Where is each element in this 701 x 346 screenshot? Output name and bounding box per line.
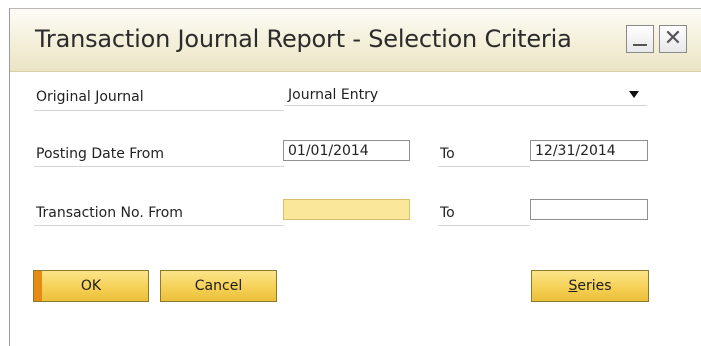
original-journal-label: Original Journal — [36, 89, 144, 105]
close-button[interactable]: ✕ — [659, 25, 687, 53]
ok-button-label: OK — [80, 278, 102, 294]
row-divider — [34, 225, 284, 226]
row-divider — [438, 225, 530, 226]
transaction-no-to-field[interactable] — [530, 199, 648, 220]
transaction-no-from-label: Transaction No. From — [36, 205, 183, 221]
posting-date-from-label: Posting Date From — [36, 146, 164, 162]
posting-date-to-field[interactable]: 12/31/2014 — [530, 140, 648, 161]
close-icon: ✕ — [663, 26, 683, 51]
original-journal-dropdown[interactable]: Journal Entry — [284, 85, 647, 106]
series-button-label: eries — [577, 278, 612, 294]
series-button[interactable]: Series — [531, 270, 649, 302]
posting-date-from-field[interactable]: 01/01/2014 — [283, 140, 410, 161]
cancel-button-label: Cancel — [194, 278, 243, 294]
cancel-button[interactable]: Cancel — [160, 270, 277, 302]
row-divider — [34, 166, 284, 167]
minimize-icon — [633, 44, 647, 46]
ok-button[interactable]: OK — [33, 270, 149, 302]
original-journal-value: Journal Entry — [288, 87, 379, 103]
posting-date-to-label: To — [440, 146, 455, 162]
row-divider — [34, 110, 284, 111]
chevron-down-icon[interactable] — [629, 91, 639, 98]
row-divider — [438, 166, 530, 167]
window-title: Transaction Journal Report - Selection C… — [35, 25, 572, 53]
minimize-button[interactable] — [626, 25, 654, 53]
title-bar[interactable]: Transaction Journal Report - Selection C… — [10, 9, 701, 72]
transaction-no-from-field[interactable] — [283, 199, 410, 220]
transaction-no-to-label: To — [440, 205, 455, 221]
dialog-window: Transaction Journal Report - Selection C… — [9, 8, 701, 346]
